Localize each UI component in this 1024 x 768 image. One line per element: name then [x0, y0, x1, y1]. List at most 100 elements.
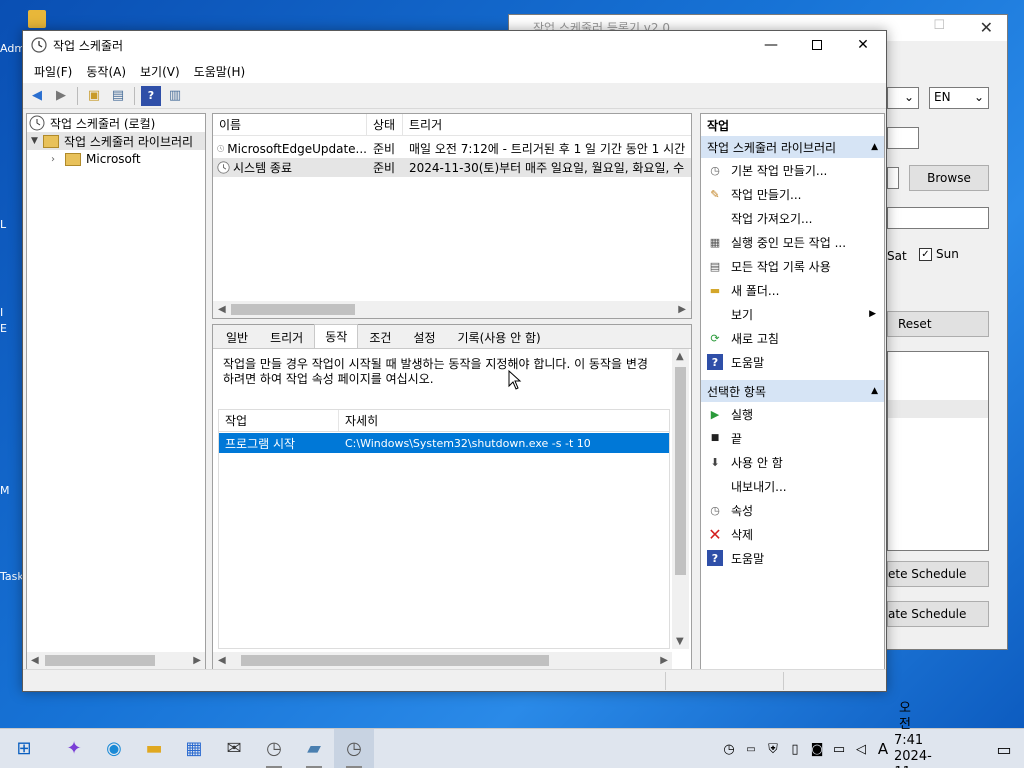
- bg-dropdown[interactable]: ⌄: [887, 87, 919, 109]
- delete-schedule-button[interactable]: ete Schedule: [887, 561, 989, 587]
- bg-input-3[interactable]: [887, 207, 989, 229]
- edge-browser-icon[interactable]: ◉: [94, 729, 134, 768]
- security-shield-icon[interactable]: ⛨: [762, 742, 784, 757]
- scroll-left-icon[interactable]: ◀: [31, 655, 39, 666]
- maximize-icon[interactable]: ☐: [933, 18, 945, 33]
- camera-icon[interactable]: ◙: [806, 742, 828, 757]
- scroll-right-icon[interactable]: ▶: [660, 655, 668, 666]
- scrollbar-thumb[interactable]: [231, 304, 355, 315]
- store-icon[interactable]: ▦: [174, 729, 214, 768]
- action-import-task[interactable]: 작업 가져오기...: [701, 206, 884, 230]
- back-arrow-icon[interactable]: ◀: [27, 86, 47, 106]
- desktop-user-icon[interactable]: [28, 10, 46, 28]
- column-header-action[interactable]: 작업: [219, 410, 339, 431]
- table-row[interactable]: 프로그램 시작 C:\Windows\System32\shutdown.exe…: [219, 433, 669, 453]
- scroll-left-icon[interactable]: ◀: [218, 304, 226, 315]
- console-tree[interactable]: 작업 스케줄러 (로컬) ▼ 작업 스케줄러 라이브러리 › Microsoft…: [26, 113, 206, 670]
- tree-horizontal-scrollbar[interactable]: ◀ ▶: [27, 652, 205, 669]
- tab-history[interactable]: 기록(사용 안 함): [447, 326, 552, 348]
- task-scheduler-window[interactable]: 작업 스케줄러 — ✕ 파일(F) 동작(A) 보기(V) 도움말(H) ◀ ▶…: [22, 30, 887, 692]
- show-hide-action-pane-icon[interactable]: ▥: [165, 86, 185, 106]
- sun-checkbox[interactable]: ✓ Sun: [919, 247, 959, 261]
- tab-conditions[interactable]: 조건: [358, 326, 402, 348]
- section-header-selected[interactable]: 선택한 항목 ▲: [701, 380, 884, 402]
- usb-icon[interactable]: ▯: [784, 742, 806, 757]
- action-delete[interactable]: ✕ 삭제: [701, 522, 884, 546]
- scroll-down-icon[interactable]: ▼: [676, 636, 684, 647]
- action-help[interactable]: ? 도움말: [701, 350, 884, 374]
- scrollbar-thumb[interactable]: [241, 655, 549, 666]
- scroll-up-icon[interactable]: ▲: [676, 351, 684, 362]
- action-disable[interactable]: ⬇ 사용 안 함: [701, 450, 884, 474]
- action-display-running-tasks[interactable]: ▦ 실행 중인 모든 작업 ...: [701, 230, 884, 254]
- action-properties[interactable]: ◷ 속성: [701, 498, 884, 522]
- task-scheduler-taskbar-icon[interactable]: ◷: [254, 729, 294, 768]
- close-icon[interactable]: ✕: [980, 18, 993, 37]
- desktop-icon-label[interactable]: Task: [0, 570, 24, 583]
- volume-icon[interactable]: ◁: [850, 742, 872, 757]
- tree-item-root[interactable]: 작업 스케줄러 (로컬): [27, 114, 205, 132]
- task-detail-pane[interactable]: 일반 트리거 동작 조건 설정 기록(사용 안 함) 작업을 만들 경우 작업이…: [212, 324, 692, 670]
- ime-indicator[interactable]: A: [872, 740, 894, 758]
- section-header-library[interactable]: 작업 스케줄러 라이브러리 ▲: [701, 136, 884, 158]
- action-refresh[interactable]: ⟳ 새로 고침: [701, 326, 884, 350]
- action-run[interactable]: ▶ 실행: [701, 402, 884, 426]
- action-new-folder[interactable]: ▬ 새 폴더...: [701, 278, 884, 302]
- update-schedule-button[interactable]: ate Schedule: [887, 601, 989, 627]
- menu-help[interactable]: 도움말(H): [187, 63, 253, 80]
- task-scheduler-active-icon[interactable]: ◷: [334, 728, 374, 768]
- table-row[interactable]: MicrosoftEdgeUpdate... 준비 매일 오전 7:12에 - …: [213, 139, 691, 158]
- menu-file[interactable]: 파일(F): [27, 63, 79, 80]
- desktop-icon-label[interactable]: I: [0, 306, 24, 319]
- detail-horizontal-scrollbar[interactable]: ◀ ▶: [213, 652, 672, 669]
- menu-view[interactable]: 보기(V): [133, 63, 187, 80]
- tab-general[interactable]: 일반: [215, 326, 259, 348]
- vm-tray-icon[interactable]: ▭: [740, 744, 762, 755]
- scrollbar-thumb[interactable]: [45, 655, 155, 666]
- column-header-status[interactable]: 상태: [367, 114, 403, 135]
- table-row[interactable]: 시스템 종료 준비 2024-11-30(토)부터 매주 일요일, 월요일, 화…: [213, 158, 691, 177]
- minimize-button[interactable]: —: [748, 31, 794, 59]
- action-end[interactable]: ■ 끝: [701, 426, 884, 450]
- bg-input-2[interactable]: [887, 167, 899, 189]
- help-icon[interactable]: ?: [141, 85, 161, 106]
- actions-pane[interactable]: 작업 작업 스케줄러 라이브러리 ▲ ◷ 기본 작업 만들기... ✎ 작업 만들기.…: [700, 113, 885, 670]
- start-button[interactable]: ⊞: [4, 729, 44, 768]
- task-list[interactable]: 이름 상태 트리거 MicrosoftEdgeUpdate... 준비 매일 오…: [212, 113, 692, 319]
- forward-arrow-icon[interactable]: ▶: [51, 86, 71, 106]
- network-icon[interactable]: ▭: [828, 742, 850, 757]
- scrollbar-thumb[interactable]: [675, 367, 686, 575]
- copilot-icon[interactable]: ✦: [54, 729, 94, 768]
- tab-triggers[interactable]: 트리거: [259, 326, 314, 348]
- menu-action[interactable]: 동작(A): [79, 63, 133, 80]
- desktop-icon-label[interactable]: L: [0, 218, 24, 231]
- action-enable-history[interactable]: ▤ 모든 작업 기록 사용: [701, 254, 884, 278]
- show-hide-tree-icon[interactable]: ▤: [108, 86, 128, 106]
- bg-list[interactable]: [887, 351, 989, 551]
- up-folder-icon[interactable]: ▣: [84, 86, 104, 106]
- scroll-right-icon[interactable]: ▶: [193, 655, 201, 666]
- maximize-button[interactable]: [794, 31, 840, 59]
- column-header-name[interactable]: 이름: [213, 114, 367, 135]
- desktop-icon-label[interactable]: M: [0, 484, 24, 497]
- detail-vertical-scrollbar[interactable]: ▲ ▼: [672, 349, 689, 649]
- bg-list-row[interactable]: [888, 400, 988, 418]
- title-bar[interactable]: 작업 스케줄러 — ✕: [23, 31, 886, 59]
- tree-item-library[interactable]: ▼ 작업 스케줄러 라이브러리: [27, 132, 205, 150]
- mail-icon[interactable]: ✉: [214, 729, 254, 768]
- action-help-selected[interactable]: ? 도움말: [701, 546, 884, 570]
- tab-settings[interactable]: 설정: [402, 326, 446, 348]
- clock-tray-icon[interactable]: ◷: [718, 742, 740, 757]
- scroll-right-icon[interactable]: ▶: [678, 304, 686, 315]
- action-create-basic-task[interactable]: ◷ 기본 작업 만들기...: [701, 158, 884, 182]
- notification-icon[interactable]: ▭: [984, 740, 1024, 759]
- column-header-trigger[interactable]: 트리거: [403, 114, 691, 135]
- tab-actions[interactable]: 동작: [314, 324, 359, 348]
- column-header-detail[interactable]: 자세히: [339, 410, 669, 431]
- reset-button[interactable]: Reset: [887, 311, 989, 337]
- desktop-icon-label[interactable]: E: [0, 322, 24, 335]
- actions-table[interactable]: 작업 자세히 프로그램 시작 C:\Windows\System32\shutd…: [218, 409, 670, 649]
- action-export[interactable]: 내보내기...: [701, 474, 884, 498]
- task-list-horizontal-scrollbar[interactable]: ◀ ▶: [213, 301, 691, 318]
- action-create-task[interactable]: ✎ 작업 만들기...: [701, 182, 884, 206]
